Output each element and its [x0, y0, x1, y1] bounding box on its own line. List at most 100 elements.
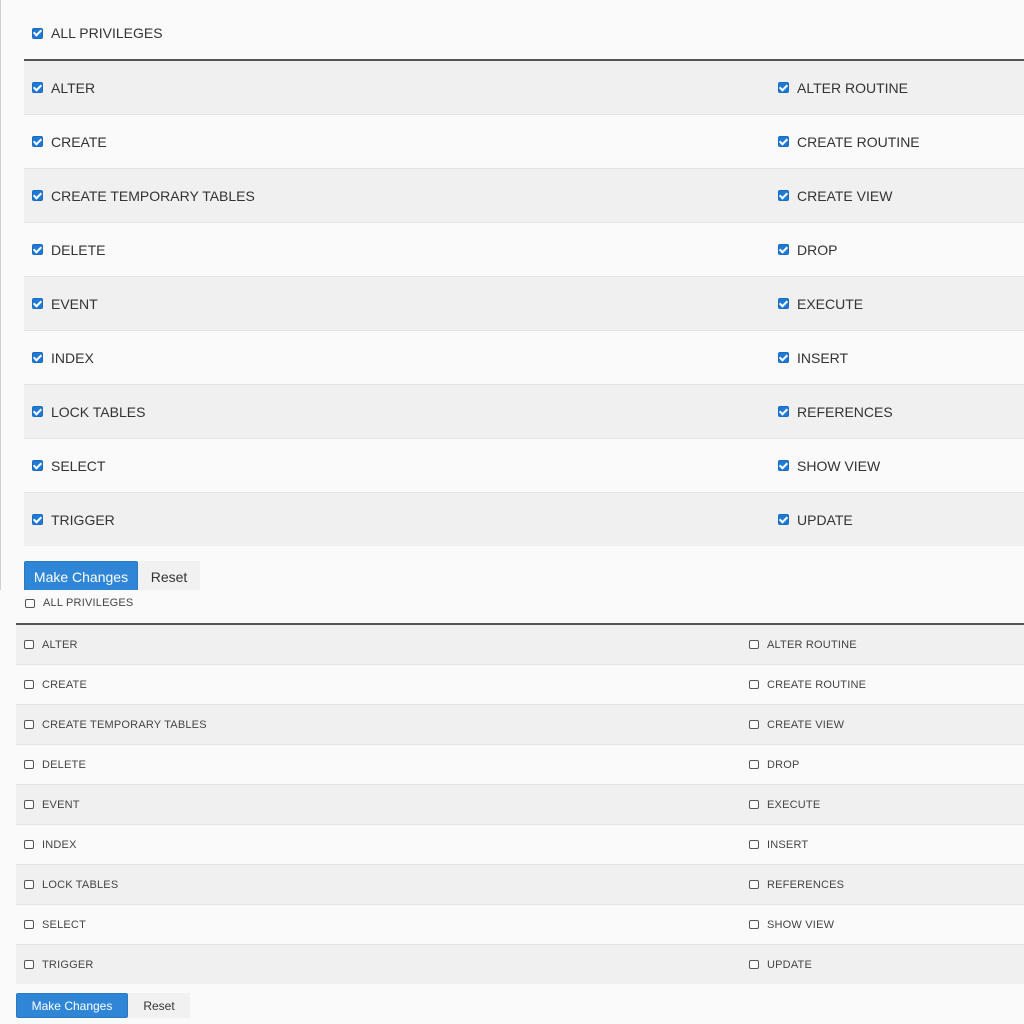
privilege-option[interactable]: LOCK TABLES: [24, 865, 118, 904]
privilege-label: INSERT: [767, 838, 809, 851]
privilege-checkbox[interactable]: [749, 760, 759, 769]
all-privileges-row[interactable]: ALL PRIVILEGES: [32, 24, 163, 42]
privilege-option[interactable]: CREATE: [24, 665, 87, 704]
privilege-option[interactable]: CREATE VIEW: [778, 169, 892, 222]
privilege-label: CREATE TEMPORARY TABLES: [42, 718, 207, 731]
reset-button[interactable]: Reset: [138, 561, 200, 593]
privilege-option[interactable]: ALTER: [32, 61, 95, 114]
privilege-option[interactable]: TRIGGER: [24, 945, 94, 984]
privilege-checkbox[interactable]: [749, 840, 759, 849]
privilege-checkbox[interactable]: [24, 880, 34, 889]
all-privileges-row[interactable]: ALL PRIVILEGES: [25, 596, 133, 610]
all-privileges-label: ALL PRIVILEGES: [43, 597, 134, 609]
privilege-option[interactable]: ALTER ROUTINE: [778, 61, 908, 114]
privilege-label: CREATE: [42, 678, 88, 691]
privilege-option[interactable]: INSERT: [749, 825, 808, 864]
privilege-label: SHOW VIEW: [767, 918, 835, 931]
privilege-option[interactable]: CREATE TEMPORARY TABLES: [32, 169, 255, 222]
privilege-option[interactable]: SELECT: [32, 439, 105, 492]
privilege-label: TRIGGER: [42, 958, 94, 971]
privilege-checkbox[interactable]: [32, 460, 43, 471]
privilege-row: CREATE CREATE ROUTINE: [24, 114, 1024, 168]
privilege-option[interactable]: INSERT: [778, 331, 848, 384]
privilege-checkbox[interactable]: [778, 82, 789, 93]
privilege-checkbox[interactable]: [32, 298, 43, 309]
privileges-form-bottom: ALL PRIVILEGES ALTER ALTER ROUTINE CREATE C…: [0, 590, 1024, 1024]
privilege-option[interactable]: INDEX: [24, 825, 77, 864]
privilege-checkbox[interactable]: [778, 244, 789, 255]
reset-button[interactable]: Reset: [128, 993, 190, 1018]
privilege-option[interactable]: CREATE ROUTINE: [749, 665, 866, 704]
privilege-checkbox[interactable]: [32, 406, 43, 417]
privilege-checkbox[interactable]: [778, 136, 789, 147]
privilege-checkbox[interactable]: [24, 640, 34, 649]
privilege-option[interactable]: ALTER: [24, 625, 78, 664]
privilege-row: SELECT SHOW VIEW: [16, 904, 1024, 944]
privilege-checkbox[interactable]: [749, 640, 759, 649]
privilege-option[interactable]: REFERENCES: [778, 385, 893, 438]
privilege-option[interactable]: SELECT: [24, 905, 86, 944]
privilege-checkbox[interactable]: [32, 82, 43, 93]
privilege-label: ALTER ROUTINE: [767, 638, 857, 651]
privilege-option[interactable]: DELETE: [32, 223, 105, 276]
privilege-checkbox[interactable]: [778, 514, 789, 525]
privilege-checkbox[interactable]: [24, 760, 34, 769]
privilege-option[interactable]: LOCK TABLES: [32, 385, 145, 438]
privilege-checkbox[interactable]: [749, 680, 759, 689]
privilege-option[interactable]: EVENT: [24, 785, 80, 824]
privilege-label: ALTER: [42, 638, 78, 651]
privilege-option[interactable]: ALTER ROUTINE: [749, 625, 857, 664]
privilege-option[interactable]: DELETE: [24, 745, 86, 784]
privilege-checkbox[interactable]: [32, 352, 43, 363]
privilege-option[interactable]: CREATE TEMPORARY TABLES: [24, 705, 207, 744]
privilege-option[interactable]: CREATE ROUTINE: [778, 115, 920, 168]
all-privileges-checkbox[interactable]: [32, 27, 43, 39]
privilege-checkbox[interactable]: [778, 406, 789, 417]
all-privileges-checkbox[interactable]: [25, 598, 35, 608]
privilege-label: DROP: [797, 241, 838, 258]
privileges-form-top: ALL PRIVILEGES ALTER ALTER ROUTINE CREATE C…: [0, 0, 1024, 598]
privilege-row: DELETE DROP: [24, 222, 1024, 276]
privilege-option[interactable]: TRIGGER: [32, 493, 115, 546]
privilege-checkbox[interactable]: [749, 920, 759, 929]
privilege-option[interactable]: EXECUTE: [778, 277, 863, 330]
privilege-option[interactable]: DROP: [749, 745, 800, 784]
privilege-option[interactable]: INDEX: [32, 331, 94, 384]
privilege-row: TRIGGER UPDATE: [16, 944, 1024, 984]
privilege-label: EXECUTE: [767, 798, 821, 811]
privilege-checkbox[interactable]: [24, 800, 34, 809]
privilege-checkbox[interactable]: [749, 880, 759, 889]
privilege-checkbox[interactable]: [778, 352, 789, 363]
privilege-checkbox[interactable]: [32, 514, 43, 525]
privilege-checkbox[interactable]: [778, 298, 789, 309]
privilege-checkbox[interactable]: [24, 920, 34, 929]
privilege-option[interactable]: SHOW VIEW: [778, 439, 880, 492]
privilege-option[interactable]: UPDATE: [749, 945, 812, 984]
privilege-checkbox[interactable]: [749, 720, 759, 729]
privilege-option[interactable]: CREATE: [32, 115, 107, 168]
privilege-checkbox[interactable]: [778, 190, 789, 201]
privilege-option[interactable]: EXECUTE: [749, 785, 820, 824]
all-privileges-label: ALL PRIVILEGES: [51, 25, 163, 41]
privilege-checkbox[interactable]: [24, 960, 34, 969]
privilege-checkbox[interactable]: [749, 800, 759, 809]
form-actions: Make Changes Reset: [16, 993, 190, 1018]
privilege-option[interactable]: EVENT: [32, 277, 98, 330]
privilege-checkbox[interactable]: [749, 960, 759, 969]
privilege-checkbox[interactable]: [32, 136, 43, 147]
privilege-checkbox[interactable]: [24, 720, 34, 729]
privilege-checkbox[interactable]: [24, 840, 34, 849]
privilege-option[interactable]: DROP: [778, 223, 837, 276]
privilege-option[interactable]: UPDATE: [778, 493, 853, 546]
make-changes-button[interactable]: Make Changes: [24, 561, 138, 593]
privilege-option[interactable]: CREATE VIEW: [749, 705, 844, 744]
privilege-label: CREATE TEMPORARY TABLES: [51, 187, 255, 204]
privilege-label: EVENT: [42, 798, 80, 811]
privilege-checkbox[interactable]: [778, 460, 789, 471]
privilege-checkbox[interactable]: [32, 190, 43, 201]
privilege-checkbox[interactable]: [24, 680, 34, 689]
privilege-option[interactable]: REFERENCES: [749, 865, 844, 904]
make-changes-button[interactable]: Make Changes: [16, 993, 128, 1018]
privilege-option[interactable]: SHOW VIEW: [749, 905, 834, 944]
privilege-checkbox[interactable]: [32, 244, 43, 255]
